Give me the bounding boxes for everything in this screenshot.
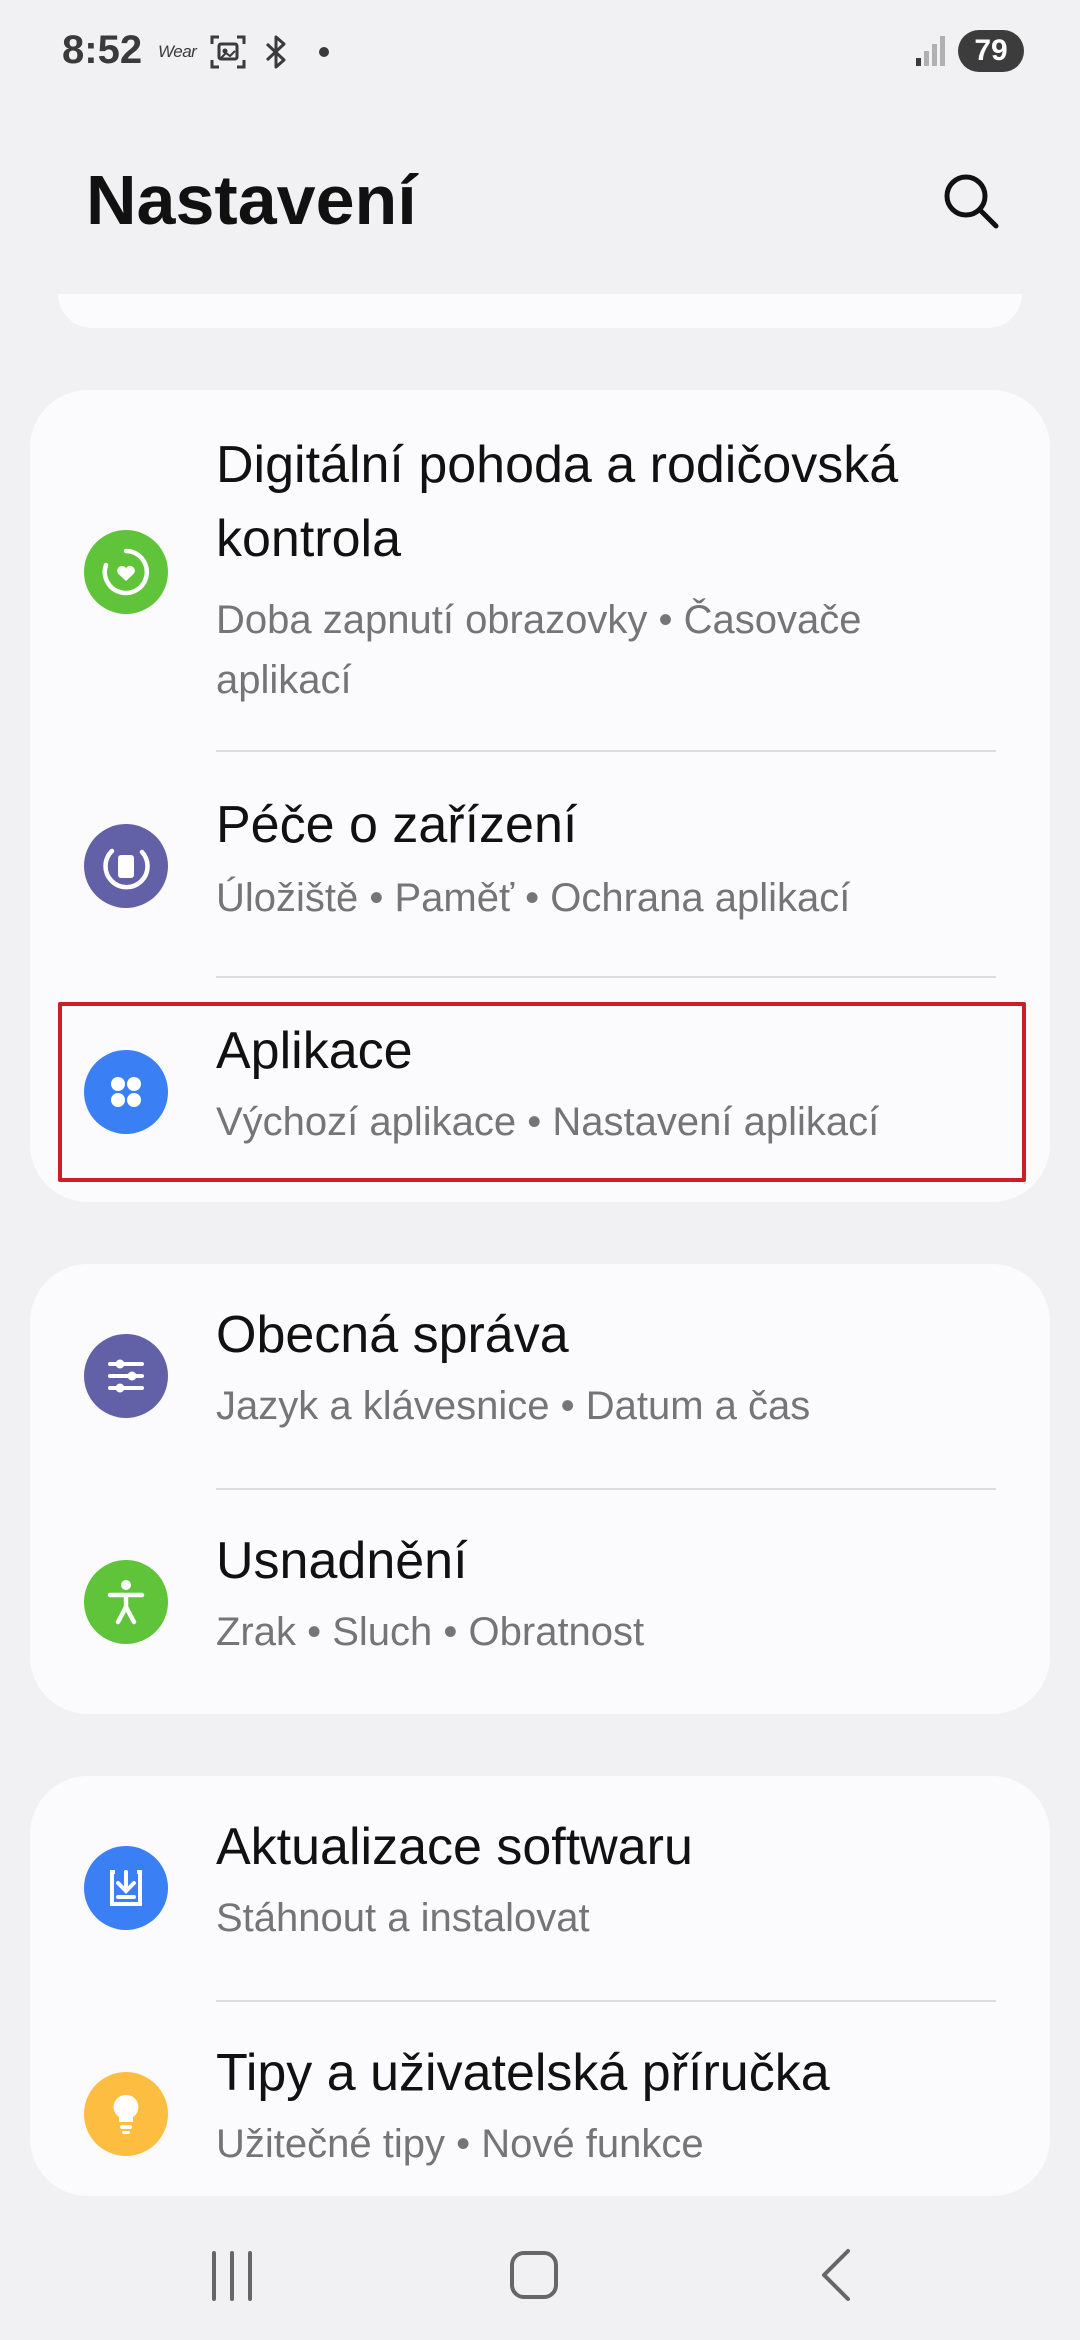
recent-apps-icon (212, 2251, 252, 2301)
wear-icon: Wear (158, 42, 197, 61)
digital-wellbeing-icon (84, 530, 168, 614)
signal-icon (914, 34, 948, 73)
search-icon (944, 174, 999, 229)
accessibility-icon (84, 1560, 168, 1644)
bluetooth-icon (262, 32, 290, 77)
screenshot-icon (208, 32, 248, 77)
settings-group-1: Digitální pohoda a rodičovská kontrola D… (30, 390, 1050, 1202)
apps-icon (84, 1050, 168, 1134)
tips-icon (84, 2072, 168, 2156)
search-button[interactable] (934, 164, 1008, 238)
settings-group-3: Aktualizace softwaru Stáhnout a instalov… (30, 1776, 1050, 2196)
row-title: Obecná správa (216, 1306, 569, 1364)
settings-screen: 8:52 Wear 79 Nastavení Digitální pohoda … (0, 0, 1080, 2340)
recent-apps-button[interactable] (172, 2210, 292, 2340)
row-subtitle: Užitečné tipy • Nové funkce (216, 2122, 704, 2166)
row-subtitle: Stáhnout a instalovat (216, 1896, 590, 1940)
device-care-icon (84, 824, 168, 908)
row-title: Aktualizace softwaru (216, 1818, 693, 1876)
digital-wellbeing-item[interactable]: Digitální pohoda a rodičovská kontrola D… (30, 390, 1050, 752)
row-title: Aplikace (216, 1022, 413, 1080)
status-time: 8:52 (62, 28, 143, 72)
home-icon (510, 2251, 558, 2299)
row-subtitle: Zrak • Sluch • Obratnost (216, 1610, 645, 1654)
dot-icon (318, 45, 330, 63)
row-subtitle: Doba zapnutí obrazovky • Časovače (216, 598, 862, 642)
page-title: Nastavení (86, 161, 417, 239)
row-subtitle: Výchozí aplikace • Nastavení aplikací (216, 1100, 880, 1144)
navigation-bar (0, 2210, 1080, 2340)
row-subtitle-continued: aplikací (216, 658, 352, 702)
general-management-icon (84, 1334, 168, 1418)
device-care-item[interactable]: Péče o zařízení Úložiště • Paměť • Ochra… (30, 752, 1050, 978)
back-icon (822, 2249, 850, 2301)
row-title: Usnadnění (216, 1532, 468, 1590)
accessibility-item[interactable]: Usnadnění Zrak • Sluch • Obratnost (30, 1490, 1050, 1714)
software-update-icon (84, 1846, 168, 1930)
apps-item[interactable]: Aplikace Výchozí aplikace • Nastavení ap… (30, 978, 1050, 1202)
battery-icon: 79 (958, 30, 1024, 72)
status-bar: 8:52 Wear 79 (0, 0, 1080, 104)
row-title: Tipy a uživatelská příručka (216, 2044, 830, 2102)
row-subtitle: Úložiště • Paměť • Ochrana aplikací (216, 876, 851, 920)
row-subtitle: Jazyk a klávesnice • Datum a čas (216, 1384, 811, 1428)
row-title: Péče o zařízení (216, 796, 578, 854)
general-management-item[interactable]: Obecná správa Jazyk a klávesnice • Datum… (30, 1264, 1050, 1488)
row-title: Digitální pohoda a rodičovská (216, 436, 899, 494)
tips-item[interactable]: Tipy a uživatelská příručka Užitečné tip… (30, 2002, 1050, 2196)
home-button[interactable] (474, 2210, 594, 2340)
row-title-continued: kontrola (216, 510, 401, 568)
previous-card-edge (58, 294, 1022, 328)
back-button[interactable] (778, 2210, 898, 2340)
settings-group-2: Obecná správa Jazyk a klávesnice • Datum… (30, 1264, 1050, 1714)
software-update-item[interactable]: Aktualizace softwaru Stáhnout a instalov… (30, 1776, 1050, 2002)
